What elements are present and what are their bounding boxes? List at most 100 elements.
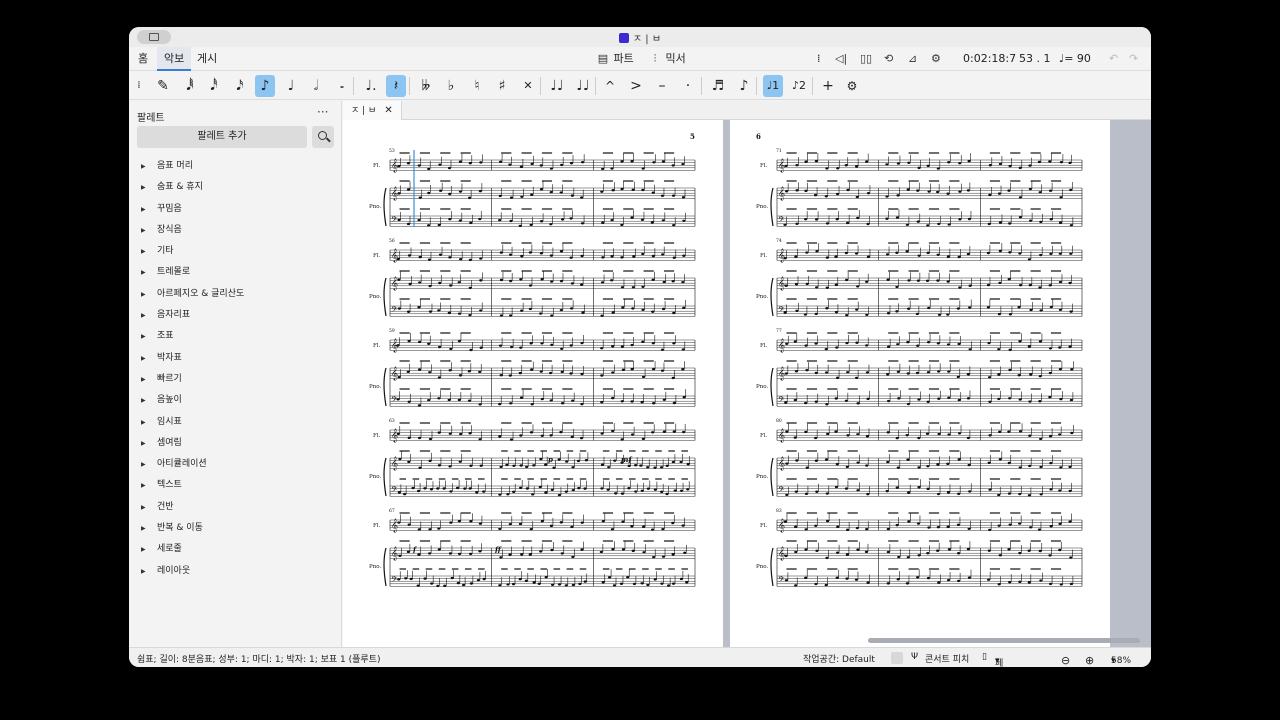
play-button[interactable]: ▯▯	[860, 47, 872, 71]
palette-item-clefs[interactable]: ▶ 음자리표	[129, 305, 342, 326]
note-head	[630, 343, 634, 347]
marcato-button[interactable]: ^	[600, 75, 620, 97]
palette-search-button[interactable]	[312, 126, 334, 148]
palette-item-repeats[interactable]: ▶ 반복 & 이동	[129, 518, 342, 539]
accent-button[interactable]: >	[626, 75, 646, 97]
palette-item-breaths[interactable]: ▶ 숨표 & 휴지	[129, 177, 342, 198]
palette-item-tremolo[interactable]: ▶ 트레몰로	[129, 262, 342, 283]
duration-64th-button[interactable]: 𝅘𝅥𝅱	[180, 75, 200, 97]
workspace-selector[interactable]: 작업공간: Default	[803, 652, 875, 665]
palette-item-ornaments[interactable]: ▶ 꾸밈음	[129, 199, 342, 220]
note-head	[957, 458, 961, 461]
note-input-button[interactable]: ✎	[153, 75, 173, 97]
note-head	[1068, 465, 1072, 469]
voice-1-button[interactable]: ♩1	[763, 75, 783, 97]
note-head	[621, 368, 625, 372]
double-sharp-button[interactable]: ✕	[518, 75, 538, 97]
duration-32nd-button[interactable]: 𝅘𝅥𝅰	[204, 75, 224, 97]
note-head	[469, 520, 473, 523]
note-head	[620, 223, 624, 227]
undo-button[interactable]: ↶	[1109, 47, 1118, 71]
note-head	[1039, 493, 1043, 496]
duration-8th-button[interactable]: ♪	[255, 75, 275, 97]
palette-item-noteheads[interactable]: ▶ 음표 머리	[129, 156, 342, 177]
natural-button[interactable]: ♮	[467, 75, 487, 97]
tuplet-button[interactable]: ♬	[708, 75, 728, 97]
duration-whole-button[interactable]: 𝅝	[332, 75, 352, 97]
note-head	[986, 283, 991, 287]
note-head	[907, 307, 911, 310]
treble-clef-icon: 𝄞	[391, 276, 398, 290]
palette-item-layout[interactable]: ▶ 레이아웃	[129, 561, 342, 582]
staccato-button[interactable]: ·	[678, 75, 698, 97]
palette-more-button[interactable]: ···	[317, 105, 328, 119]
note-head	[614, 492, 618, 495]
rewind-button[interactable]: ◁|	[835, 47, 847, 71]
score-page-6[interactable]: 6 71 Fl. Pno. 𝄞 𝄞 𝄢 74 Fl. Pno. 𝄞 𝄞 𝄢 77 Fl. Pno. 𝄞 𝄞 𝄢 80 F…	[730, 120, 1110, 647]
palette-item-text[interactable]: ▶ 텍스트	[129, 475, 342, 496]
voice-2-button[interactable]: ♪2	[789, 75, 809, 97]
palette-item-other[interactable]: ▶ 기타	[129, 241, 342, 262]
note-head	[784, 372, 788, 375]
note-head	[785, 493, 789, 497]
duration-16th-button[interactable]: 𝅘𝅥𝅯	[230, 75, 250, 97]
palette-item-dynamics[interactable]: ▶ 셈여림	[129, 433, 342, 454]
sharp-button[interactable]: ♯	[492, 75, 512, 97]
close-icon[interactable]: ✕	[384, 105, 392, 116]
add-button[interactable]: +	[818, 75, 838, 97]
flat-button[interactable]: ♭	[441, 75, 461, 97]
flip-direction-button[interactable]: ♪	[734, 75, 754, 97]
toolbar-settings-button[interactable]: ⚙	[842, 75, 862, 97]
note-head	[1048, 160, 1052, 163]
palette-item-accidentals[interactable]: ▶ 임시표	[129, 412, 342, 433]
score-page-5[interactable]: 5 53 Fl. Pno. 𝄞 𝄞 𝄢 56 Fl. Pno. 𝄞 𝄞 𝄢 59 Fl. Pno. 𝄞 𝄞 𝄢 63 F…	[343, 120, 723, 647]
concert-pitch-label[interactable]: 콘서트 피치	[925, 652, 969, 665]
score-tab[interactable]: ㅈ | ㅂ ✕	[343, 101, 402, 120]
tie-button[interactable]: ♩♩	[547, 75, 567, 97]
palette-item-barlines[interactable]: ▶ 세로줄	[129, 539, 342, 560]
parts-button[interactable]: ▤ 파트	[596, 47, 634, 71]
tab-home[interactable]: 홈	[131, 47, 155, 71]
tenuto-button[interactable]: –	[652, 75, 672, 97]
plus-icon: +	[822, 78, 834, 94]
note-head	[662, 430, 666, 433]
drag-handle-icon[interactable]: ⁞	[129, 75, 149, 97]
note-head	[794, 490, 798, 493]
16th-note-icon: 𝅘𝅥𝅯	[236, 78, 244, 94]
note-head	[519, 346, 523, 349]
note-head	[524, 579, 528, 583]
loop-button[interactable]: ⟲	[884, 47, 893, 71]
concert-pitch-checkbox[interactable]	[891, 652, 903, 664]
double-flat-button[interactable]: 𝄫	[416, 75, 436, 97]
add-palette-button[interactable]: 팔레트 추가	[137, 126, 307, 148]
metronome-button[interactable]: ⊿	[908, 47, 917, 71]
palette-item-pitch[interactable]: ▶ 음높이	[129, 390, 342, 411]
flute-staff: 𝄞	[390, 152, 695, 172]
rest-button[interactable]: 𝄽	[386, 75, 406, 97]
palette-item-articulations[interactable]: ▶ 아티큘레이션	[129, 454, 342, 475]
note-head	[581, 311, 585, 314]
drag-handle-icon[interactable]: ⁞	[817, 47, 827, 71]
palette-item-time-signatures[interactable]: ▶ 박자표	[129, 348, 342, 369]
note-head	[540, 519, 544, 523]
score-view[interactable]: ㅈ | ㅂ ✕ 5 53 Fl. Pno. 𝄞 𝄞 𝄢 56 Fl. Pno. 𝄞 𝄞 𝄢 59 Fl. Pno…	[343, 101, 1151, 647]
note-head	[672, 256, 676, 259]
playback-settings-button[interactable]: ⚙	[931, 47, 941, 71]
palette-item-arpeggio[interactable]: ▶ 아르페지오 & 글리산도	[129, 284, 342, 305]
palette-item-key-signatures[interactable]: ▶ 조표	[129, 326, 342, 347]
palette-item-tempo[interactable]: ▶ 빠르기	[129, 369, 342, 390]
tab-score[interactable]: 악보	[157, 47, 192, 71]
tab-publish[interactable]: 게시	[190, 47, 224, 71]
slur-button[interactable]: ♩♩	[573, 75, 593, 97]
note-head	[456, 486, 460, 490]
redo-button[interactable]: ↷	[1129, 47, 1138, 71]
duration-half-button[interactable]: 𝅗𝅥	[306, 75, 326, 97]
palette-item-keyboard[interactable]: ▶ 건반	[129, 497, 342, 518]
staff-label-piano: Pno.	[369, 204, 381, 210]
palette-item-grace-notes[interactable]: ▶ 장식음	[129, 220, 342, 241]
horizontal-scrollbar[interactable]	[868, 638, 1140, 643]
duration-quarter-button[interactable]: ♩	[281, 75, 301, 97]
mixer-button[interactable]: ⫶ 믹서	[648, 47, 686, 71]
augmentation-dot-button[interactable]: ♩.	[361, 75, 381, 97]
flute-staff: 𝄞	[777, 422, 1082, 442]
